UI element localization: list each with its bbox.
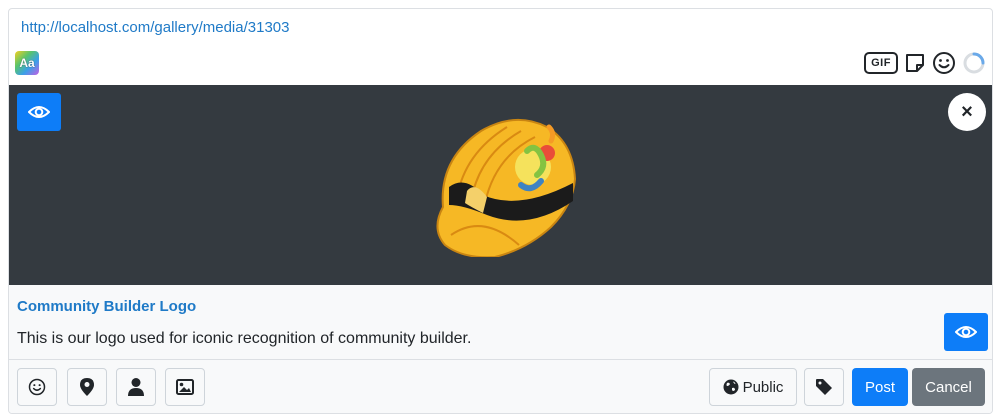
close-icon: × [961,100,973,123]
spinner-icon [962,51,986,75]
user-icon [128,378,144,396]
emoji-icon [28,378,46,396]
map-marker-icon [80,378,94,396]
location-button[interactable] [67,368,107,406]
emoji-icon[interactable] [932,51,956,75]
image-icon [176,379,194,395]
cancel-label: Cancel [925,378,972,396]
media-title[interactable]: Community Builder Logo [17,298,196,315]
media-preview-area: × [9,85,992,285]
community-builder-logo-image [436,118,577,257]
tag-icon [816,379,832,395]
tag-button[interactable] [804,368,844,406]
globe-icon [723,379,739,395]
media-details: Community Builder Logo This is our logo … [9,285,992,359]
composer-url-text[interactable]: http://localhost.com/gallery/media/31303 [21,19,289,36]
composer-footer: Public Post Cancel [9,359,992,413]
emoji-button[interactable] [17,368,57,406]
text-format-button[interactable]: Aa [15,51,39,75]
visibility-public-button[interactable]: Public [709,368,797,406]
post-button[interactable]: Post [852,368,908,406]
gif-label: GIF [871,57,891,69]
post-label: Post [864,378,895,396]
text-format-label: Aa [19,56,35,70]
media-composer-card: http://localhost.com/gallery/media/31303… [8,8,993,414]
image-button[interactable] [165,368,205,406]
media-preview-button[interactable] [944,313,988,351]
gif-button[interactable]: GIF [864,52,898,74]
preview-button[interactable] [17,93,61,131]
close-button[interactable]: × [948,93,986,131]
composer-tools: GIF [864,51,986,75]
media-description: This is our logo used for iconic recogni… [17,330,472,347]
cancel-button[interactable]: Cancel [912,368,985,406]
eye-icon [955,324,977,340]
eye-icon [28,104,50,120]
visibility-label: Public [742,378,784,396]
tag-user-button[interactable] [116,368,156,406]
sticker-icon[interactable] [904,52,926,74]
